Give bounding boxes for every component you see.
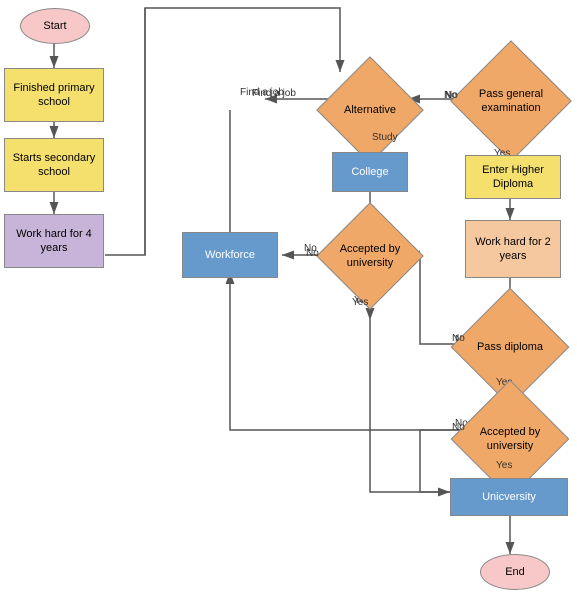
flowchart-canvas: Find a job Study No Yes No Yes No Yes No… xyxy=(0,0,577,616)
workforce-node: Workforce xyxy=(182,232,278,278)
finished-primary-node: Finished primary school xyxy=(4,68,104,122)
no-label-pass-general: No xyxy=(445,90,458,101)
find-a-job-label: Find a job xyxy=(240,87,284,98)
start-node: Start xyxy=(20,8,90,44)
study-label: Study xyxy=(372,132,398,143)
enter-higher-node: Enter Higher Diploma xyxy=(465,155,561,199)
no-label-pass-diploma: No xyxy=(452,333,465,344)
end-node: End xyxy=(480,554,550,590)
no-label-1: No xyxy=(306,248,319,259)
pass-general-node: Pass general examination xyxy=(450,40,572,162)
yes-label-1: Yes xyxy=(352,297,368,308)
starts-secondary-node: Starts secondary school xyxy=(4,138,104,192)
work-hard-4-node: Work hard for 4 years xyxy=(4,214,104,268)
no-label-accepted-uni2: No xyxy=(452,422,465,433)
yes-label-accepted-uni2: Yes xyxy=(496,460,512,471)
accepted-uni1-node: Accepted by university xyxy=(316,202,423,309)
university-node: Unicversity xyxy=(450,478,568,516)
college-node: College xyxy=(332,152,408,192)
alternative-node: Alternative xyxy=(316,56,423,163)
work-hard-2-node: Work hard for 2 years xyxy=(465,220,561,278)
